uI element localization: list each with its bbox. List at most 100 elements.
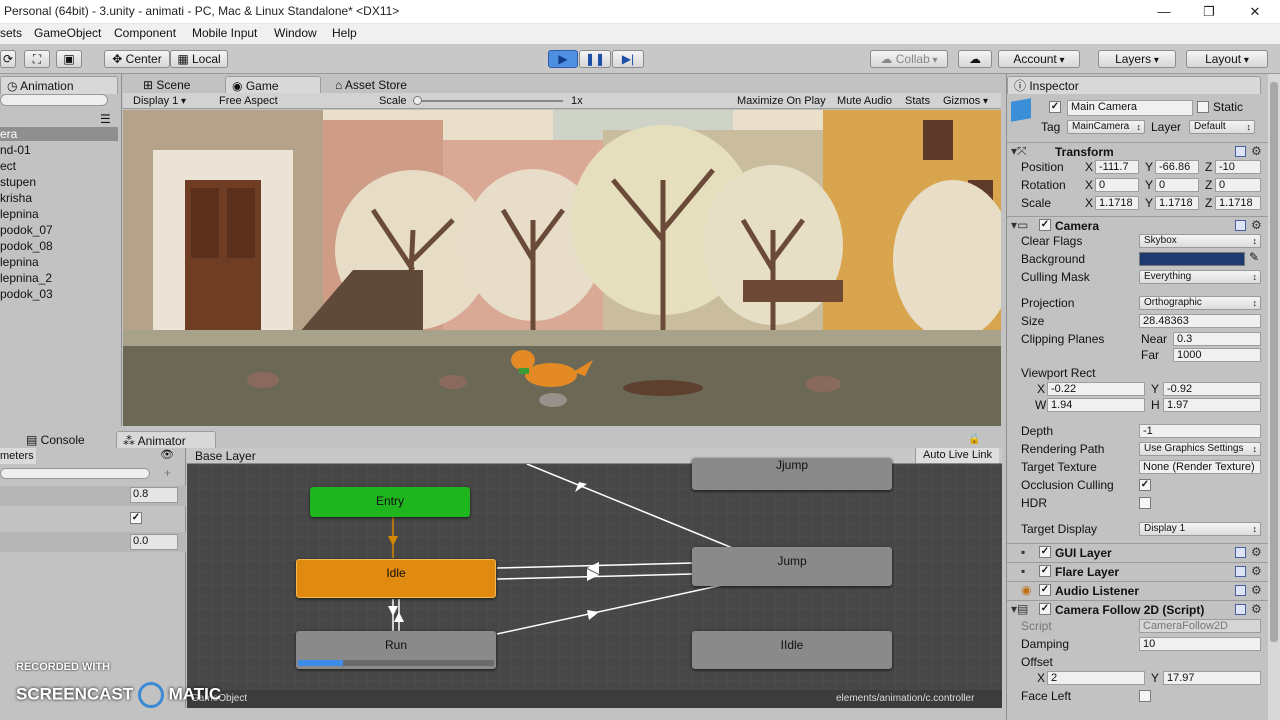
transform-header[interactable]: Transform ▾⤧ ⚙ — [1007, 142, 1268, 160]
layout-dropdown[interactable]: Layout — [1186, 50, 1268, 68]
flare-layer-header[interactable]: ▪ ✓ Flare Layer ⚙ — [1007, 562, 1268, 580]
audio-listener-checkbox[interactable]: ✓ — [1039, 584, 1051, 596]
culling-mask-dropdown[interactable]: Everything — [1139, 270, 1261, 284]
maximize-on-play-toggle[interactable]: Maximize On Play — [737, 93, 826, 109]
position-z-field[interactable]: -10 — [1215, 160, 1261, 174]
target-texture-field[interactable]: None (Render Texture) — [1139, 460, 1261, 474]
offset-y-field[interactable]: 17.97 — [1163, 671, 1261, 685]
transform-tool-icon[interactable]: ▣ — [56, 50, 82, 68]
tab-scene[interactable]: ⊞ Scene — [137, 76, 196, 94]
list-item[interactable]: podok_07 — [0, 223, 53, 237]
mute-audio-toggle[interactable]: Mute Audio — [837, 93, 892, 109]
tag-dropdown[interactable]: MainCamera — [1067, 120, 1145, 134]
help-icon[interactable] — [1235, 146, 1246, 157]
layers-dropdown[interactable]: Layers — [1098, 50, 1176, 68]
list-item[interactable]: nd-01 — [0, 143, 31, 157]
scale-slider-thumb[interactable] — [413, 96, 422, 105]
list-item[interactable]: lepnina — [0, 255, 39, 269]
menu-assets[interactable]: sets — [0, 26, 22, 40]
animator-graph[interactable]: Base Layer Auto Live Link Jjump Entry Id… — [187, 448, 1002, 708]
state-jump[interactable]: Jump — [692, 547, 892, 586]
scale-slider[interactable] — [413, 96, 563, 105]
clear-flags-dropdown[interactable]: Skybox — [1139, 234, 1261, 248]
tab-asset-store[interactable]: ⌂ Asset Store — [329, 76, 413, 94]
help-icon[interactable] — [1235, 585, 1246, 596]
tab-inspector[interactable]: ⓘ Inspector — [1007, 76, 1261, 94]
pivot-local-button[interactable]: ▦ Local — [170, 50, 228, 68]
menu-mobile-input[interactable]: Mobile Input — [192, 26, 257, 40]
position-x-field[interactable]: -111.7 — [1095, 160, 1139, 174]
list-item[interactable]: lepnina_2 — [0, 271, 52, 285]
menu-help[interactable]: Help — [332, 26, 357, 40]
eye-icon[interactable]: 👁 — [160, 448, 174, 461]
hdr-checkbox[interactable] — [1139, 497, 1151, 509]
rotation-x-field[interactable]: 0 — [1095, 178, 1139, 192]
list-item[interactable]: stupen — [0, 175, 36, 189]
flare-layer-checkbox[interactable]: ✓ — [1039, 565, 1051, 577]
gear-icon[interactable]: ⚙ — [1251, 218, 1262, 232]
camera-enabled-checkbox[interactable]: ✓ — [1039, 219, 1051, 231]
background-color-field[interactable] — [1139, 252, 1245, 266]
inspector-scrollbar[interactable] — [1268, 74, 1280, 720]
tab-game[interactable]: ◉ Game — [225, 76, 321, 94]
tab-console[interactable]: ▤ Console — [20, 431, 91, 449]
rotation-y-field[interactable]: 0 — [1155, 178, 1199, 192]
list-item[interactable]: lepnina — [0, 207, 39, 221]
state-jjump[interactable]: Jjump — [692, 458, 892, 490]
list-item[interactable]: ect — [0, 159, 16, 173]
help-icon[interactable] — [1235, 220, 1246, 231]
stats-toggle[interactable]: Stats — [905, 93, 930, 109]
inspector-scrollbar-thumb[interactable] — [1270, 82, 1278, 642]
collab-dropdown[interactable]: ☁ Collab — [870, 50, 948, 68]
gear-icon[interactable]: ⚙ — [1251, 583, 1262, 597]
parameters-tab[interactable]: meters — [0, 448, 36, 464]
gui-layer-header[interactable]: ▪ ✓ GUI Layer ⚙ — [1007, 543, 1268, 561]
occlusion-culling-checkbox[interactable]: ✓ — [1139, 479, 1151, 491]
scale-y-field[interactable]: 1.1718 — [1155, 196, 1199, 210]
camera-header[interactable]: ▾▭ ✓ Camera ⚙ — [1007, 216, 1268, 234]
face-left-checkbox[interactable] — [1139, 690, 1151, 702]
menu-component[interactable]: Component — [114, 26, 176, 40]
menu-window[interactable]: Window — [274, 26, 317, 40]
rendering-path-dropdown[interactable]: Use Graphics Settings — [1139, 442, 1261, 456]
gear-icon[interactable]: ⚙ — [1251, 564, 1262, 578]
viewport-x-field[interactable]: -0.22 — [1047, 382, 1145, 396]
hierarchy-search-field[interactable] — [0, 94, 108, 106]
parameter-bool-checkbox[interactable]: ✓ — [130, 512, 142, 524]
projection-dropdown[interactable]: Orthographic — [1139, 296, 1261, 310]
size-field[interactable]: 28.48363 — [1139, 314, 1261, 328]
camera-follow-header[interactable]: ▾▤ ✓ Camera Follow 2D (Script) ⚙ — [1007, 600, 1268, 618]
camera-follow-checkbox[interactable]: ✓ — [1039, 603, 1051, 615]
list-item[interactable]: krisha — [0, 191, 32, 205]
viewport-w-field[interactable]: 1.94 — [1047, 398, 1145, 412]
position-y-field[interactable]: -66.86 — [1155, 160, 1199, 174]
gear-icon[interactable]: ⚙ — [1251, 144, 1262, 158]
far-field[interactable]: 1000 — [1173, 348, 1261, 362]
parameter-float-field[interactable]: 0.0 — [130, 534, 178, 550]
pause-button[interactable]: ❚❚ — [579, 50, 611, 68]
rotate-tool-icon[interactable]: ⟳ — [0, 50, 16, 68]
damping-field[interactable]: 10 — [1139, 637, 1261, 651]
maximize-button[interactable]: ❐ — [1189, 2, 1229, 22]
help-icon[interactable] — [1235, 604, 1246, 615]
viewport-y-field[interactable]: -0.92 — [1163, 382, 1261, 396]
list-item[interactable]: podok_08 — [0, 239, 53, 253]
depth-field[interactable]: -1 — [1139, 424, 1261, 438]
help-icon[interactable] — [1235, 547, 1246, 558]
lock-icon[interactable]: 🔒 — [968, 434, 980, 445]
near-field[interactable]: 0.3 — [1173, 332, 1261, 346]
gameobject-active-checkbox[interactable]: ✓ — [1049, 101, 1061, 113]
aspect-dropdown[interactable]: Free Aspect — [219, 93, 371, 109]
scale-x-field[interactable]: 1.1718 — [1095, 196, 1139, 210]
auto-live-link-toggle[interactable]: Auto Live Link — [915, 448, 999, 463]
pivot-center-button[interactable]: ✥ Center — [104, 50, 170, 68]
audio-listener-header[interactable]: ◉ ✓ Audio Listener ⚙ — [1007, 581, 1268, 599]
cloud-services-button[interactable]: ☁ — [958, 50, 992, 68]
rect-tool-icon[interactable]: ⛶ — [24, 50, 50, 68]
static-checkbox[interactable] — [1197, 101, 1209, 113]
gui-layer-checkbox[interactable]: ✓ — [1039, 546, 1051, 558]
tab-animation[interactable]: ◷ Animation — [0, 76, 118, 94]
list-item-selected[interactable]: era — [0, 127, 118, 141]
eyedropper-icon[interactable]: ✎ — [1249, 250, 1259, 264]
state-entry[interactable]: Entry — [310, 487, 470, 517]
